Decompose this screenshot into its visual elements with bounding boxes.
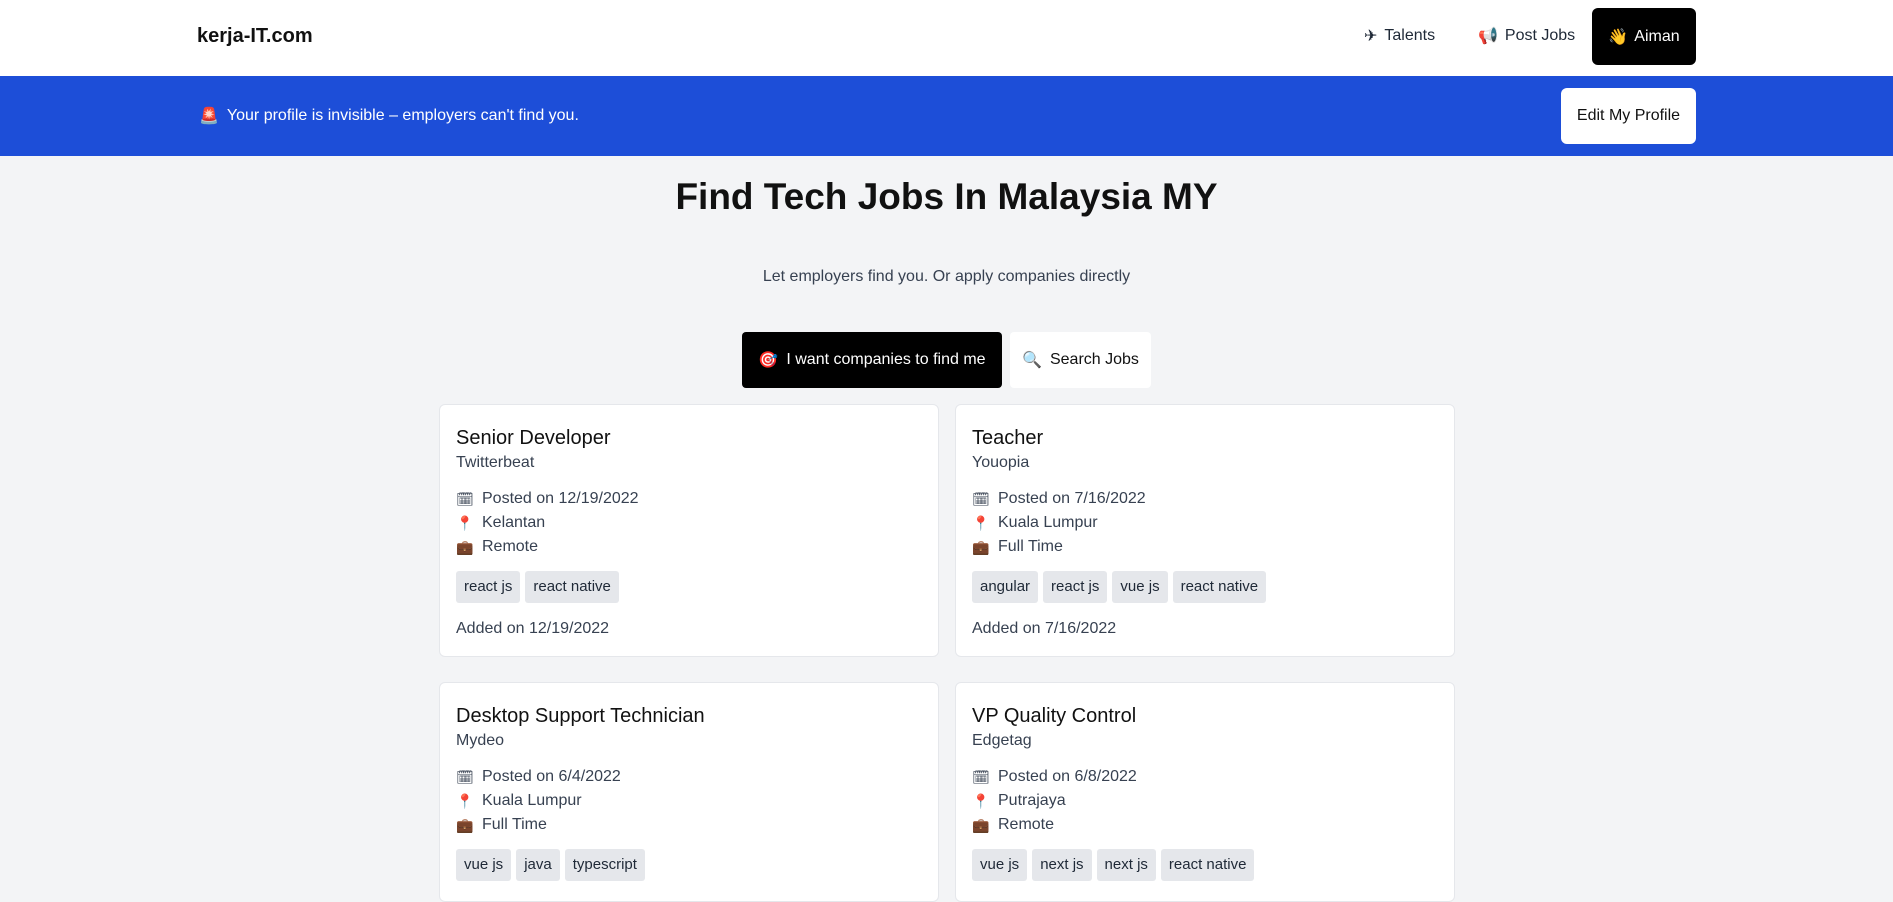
skill-tag: vue js xyxy=(972,849,1028,881)
top-navbar: kerja-IT.com ✈ Talents 📢 Post Jobs 👋 Aim… xyxy=(0,0,1893,76)
skill-tag: angular xyxy=(972,571,1039,603)
company-name: Edgetag xyxy=(972,732,1032,749)
nav-link-label: Talents xyxy=(1384,27,1436,44)
job-title[interactable]: Senior Developer xyxy=(456,425,922,451)
skill-tags: vue js java typescript xyxy=(456,849,922,881)
skill-tag: next js xyxy=(1032,849,1092,881)
job-type: Remote xyxy=(482,538,539,555)
briefcase-icon: 💼 xyxy=(456,817,474,833)
calendar-icon: 🗓 xyxy=(456,769,474,785)
toggle-label: Search Jobs xyxy=(1049,351,1139,368)
job-location: Kuala Lumpur xyxy=(998,514,1098,531)
search-icon: 🔍 xyxy=(1022,352,1042,369)
skill-tag: typescript xyxy=(564,849,645,881)
job-location: Kelantan xyxy=(482,514,546,531)
job-type: Remote xyxy=(998,816,1055,833)
pin-icon: 📍 xyxy=(456,793,474,809)
posted-date: Posted on 12/19/2022 xyxy=(482,490,639,507)
target-icon: 🎯 xyxy=(758,352,779,369)
pin-icon: 📍 xyxy=(972,515,990,531)
posted-date: Posted on 7/16/2022 xyxy=(998,490,1146,507)
added-date: Added on 12/19/2022 xyxy=(456,620,610,637)
posted-date: Posted on 6/8/2022 xyxy=(998,768,1137,785)
page-subtitle: Let employers find you. Or apply compani… xyxy=(762,268,1131,285)
banner-text: Your profile is invisible – employers ca… xyxy=(226,107,579,124)
job-location: Putrajaya xyxy=(998,792,1066,809)
company-name: Twitterbeat xyxy=(456,454,535,471)
added-date: Added on 7/16/2022 xyxy=(972,620,1117,637)
brand-logo[interactable]: kerja-IT.com xyxy=(197,25,313,48)
skill-tag: react js xyxy=(1043,571,1108,603)
nav-link-post-jobs[interactable]: 📢 Post Jobs xyxy=(1478,26,1575,46)
siren-icon: 🚨 xyxy=(199,108,219,125)
skill-tag: react js xyxy=(456,571,521,603)
job-title[interactable]: Desktop Support Technician xyxy=(456,703,922,729)
nav-link-talents[interactable]: ✈ Talents xyxy=(1364,26,1435,46)
job-type: Full Time xyxy=(998,538,1063,555)
job-title[interactable]: VP Quality Control xyxy=(972,703,1438,729)
briefcase-icon: 💼 xyxy=(972,539,990,555)
megaphone-icon: 📢 xyxy=(1478,28,1498,45)
job-location: Kuala Lumpur xyxy=(482,792,582,809)
page-title: Find Tech Jobs In Malaysia MY xyxy=(675,176,1218,217)
skill-tag: java xyxy=(516,849,560,881)
calendar-icon: 🗓 xyxy=(456,491,474,507)
job-type: Full Time xyxy=(482,816,547,833)
briefcase-icon: 💼 xyxy=(972,817,990,833)
banner-message: 🚨 Your profile is invisible – employers … xyxy=(199,106,579,126)
find-me-toggle[interactable]: 🎯 I want companies to find me xyxy=(742,332,1002,388)
company-name: Mydeo xyxy=(456,732,505,749)
company-name: Youopia xyxy=(972,454,1030,471)
wave-icon: 👋 xyxy=(1608,28,1629,46)
job-card[interactable]: Senior Developer Twitterbeat 🗓 Posted on … xyxy=(439,404,939,657)
pin-icon: 📍 xyxy=(456,515,474,531)
calendar-icon: 🗓 xyxy=(972,769,990,785)
skill-tags: angular react js vue js react native xyxy=(972,571,1438,603)
calendar-icon: 🗓 xyxy=(972,491,990,507)
posted-date: Posted on 6/4/2022 xyxy=(482,768,621,785)
user-name: Aiman xyxy=(1634,27,1680,45)
skill-tags: react js react native xyxy=(456,571,922,603)
edit-profile-button[interactable]: Edit My Profile xyxy=(1561,88,1696,144)
job-card[interactable]: Teacher Youopia 🗓 Posted on 7/16/2022 📍 Ku… xyxy=(955,404,1455,657)
skill-tag: react native xyxy=(1172,571,1267,603)
job-card[interactable]: VP Quality Control Edgetag 🗓 Posted on 6/… xyxy=(955,682,1455,902)
skill-tag: react native xyxy=(1160,849,1255,881)
user-menu-button[interactable]: 👋 Aiman xyxy=(1592,8,1696,65)
profile-warning-banner: 🚨 Your profile is invisible – employers … xyxy=(0,76,1893,156)
toggle-label: I want companies to find me xyxy=(786,351,986,368)
job-title[interactable]: Teacher xyxy=(972,425,1438,451)
skill-tags: vue js next js next js react native xyxy=(972,849,1438,881)
pin-icon: 📍 xyxy=(972,793,990,809)
skill-tag: next js xyxy=(1096,849,1156,881)
airplane-icon: ✈ xyxy=(1364,28,1378,45)
skill-tag: react native xyxy=(525,571,619,603)
skill-tag: vue js xyxy=(1112,571,1168,603)
job-card[interactable]: Desktop Support Technician Mydeo 🗓 Posted… xyxy=(439,682,939,902)
briefcase-icon: 💼 xyxy=(456,539,474,555)
nav-link-label: Post Jobs xyxy=(1504,27,1576,44)
skill-tag: vue js xyxy=(456,849,512,881)
search-jobs-toggle[interactable]: 🔍 Search Jobs xyxy=(1010,332,1151,388)
